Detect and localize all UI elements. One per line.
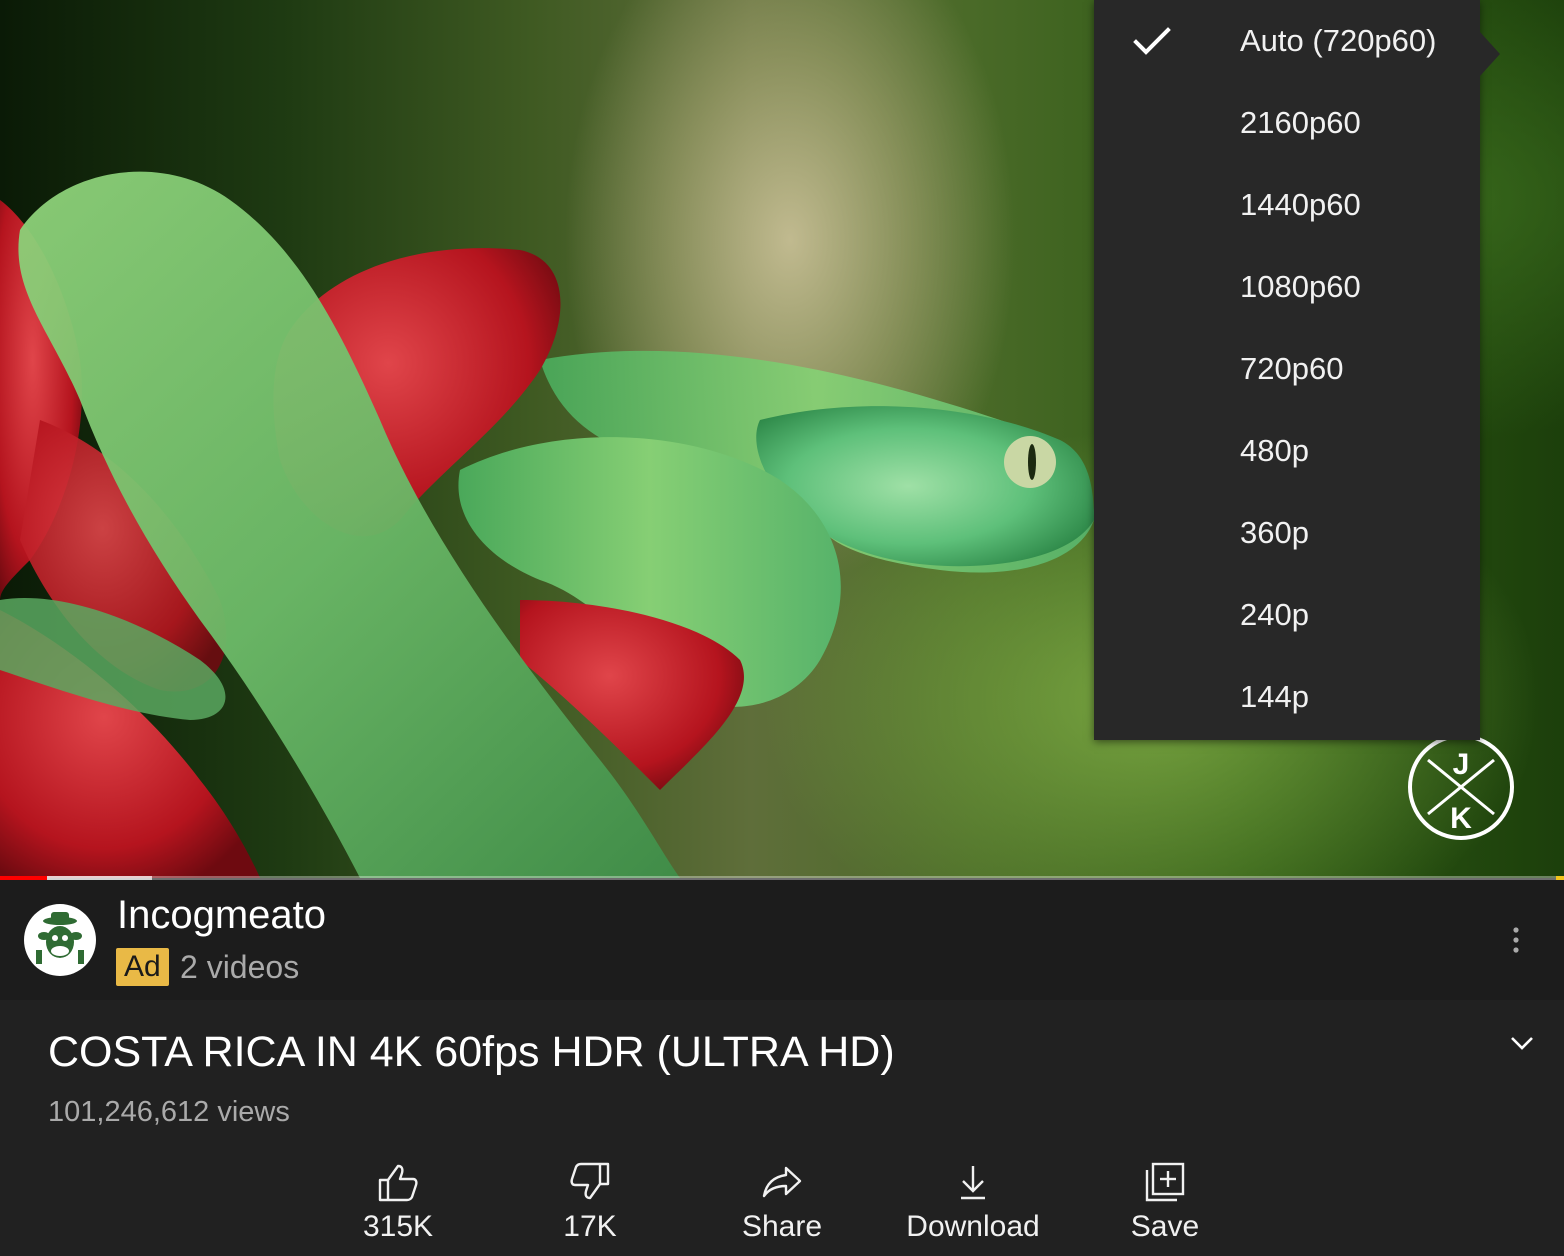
quality-option-360p[interactable]: 360p: [1094, 492, 1480, 574]
quality-option-label: 1080p60: [1240, 269, 1361, 304]
quality-option-label: 144p: [1240, 679, 1309, 714]
channel-watermark-logo[interactable]: J K: [1406, 732, 1516, 842]
channel-avatar[interactable]: [24, 904, 96, 976]
quality-option-1440p60[interactable]: 1440p60: [1094, 164, 1480, 246]
ad-channel-bar[interactable]: Incogmeato Ad 2 videos: [0, 880, 1564, 1000]
quality-option-auto[interactable]: Auto (720p60): [1094, 0, 1480, 82]
quality-option-1080p60[interactable]: 1080p60: [1094, 246, 1480, 328]
save-button[interactable]: Save: [1085, 1156, 1245, 1256]
like-button[interactable]: 315K: [318, 1156, 478, 1256]
video-title[interactable]: COSTA RICA IN 4K 60fps HDR (ULTRA HD): [48, 1028, 895, 1077]
view-count: 101,246,612 views: [48, 1096, 290, 1128]
quality-option-label: 1440p60: [1240, 187, 1361, 222]
quality-menu: Auto (720p60) 2160p60 1440p60 1080p60 72…: [1094, 0, 1500, 740]
quality-option-label: 480p: [1240, 433, 1309, 468]
quality-option-2160p60[interactable]: 2160p60: [1094, 82, 1480, 164]
download-icon: [961, 1166, 985, 1200]
quality-option-144p[interactable]: 144p: [1094, 656, 1480, 738]
video-player-screen: J K Auto (720p60) 2160p60 1440p60 1080p6…: [0, 0, 1564, 1256]
quality-option-720p60[interactable]: 720p60: [1094, 328, 1480, 410]
download-label: Download: [906, 1210, 1040, 1243]
svg-text:J: J: [1453, 748, 1470, 781]
ad-badge: Ad: [116, 948, 169, 986]
thumbs-down-icon: [570, 1162, 610, 1200]
dislike-count: 17K: [563, 1210, 617, 1243]
more-vertical-icon[interactable]: [1500, 920, 1532, 960]
ad-video-count: 2 videos: [180, 949, 300, 985]
svg-text:K: K: [1450, 802, 1472, 835]
video-frame[interactable]: J K Auto (720p60) 2160p60 1440p60 1080p6…: [0, 0, 1564, 878]
add-to-playlist-icon: [1145, 1162, 1185, 1202]
quality-option-480p[interactable]: 480p: [1094, 410, 1480, 492]
quality-option-label: 240p: [1240, 597, 1309, 632]
checkmark-icon: [1133, 27, 1171, 55]
dislike-button[interactable]: 17K: [510, 1156, 670, 1256]
share-label: Share: [741, 1210, 823, 1243]
quality-option-240p[interactable]: 240p: [1094, 574, 1480, 656]
quality-option-label: 720p60: [1240, 351, 1344, 386]
like-count: 315K: [362, 1210, 434, 1243]
thumbs-up-icon: [378, 1164, 418, 1202]
save-label: Save: [1130, 1210, 1200, 1243]
chevron-down-icon[interactable]: [1506, 1030, 1538, 1056]
share-icon: [762, 1166, 802, 1198]
quality-option-label: 2160p60: [1240, 105, 1361, 140]
download-button[interactable]: Download: [893, 1156, 1053, 1256]
share-button[interactable]: Share: [702, 1156, 862, 1256]
ad-channel-name[interactable]: Incogmeato: [117, 893, 326, 938]
incogmeato-logo-icon: [26, 906, 94, 974]
quality-option-label: Auto (720p60): [1240, 23, 1437, 58]
quality-option-label: 360p: [1240, 515, 1309, 550]
